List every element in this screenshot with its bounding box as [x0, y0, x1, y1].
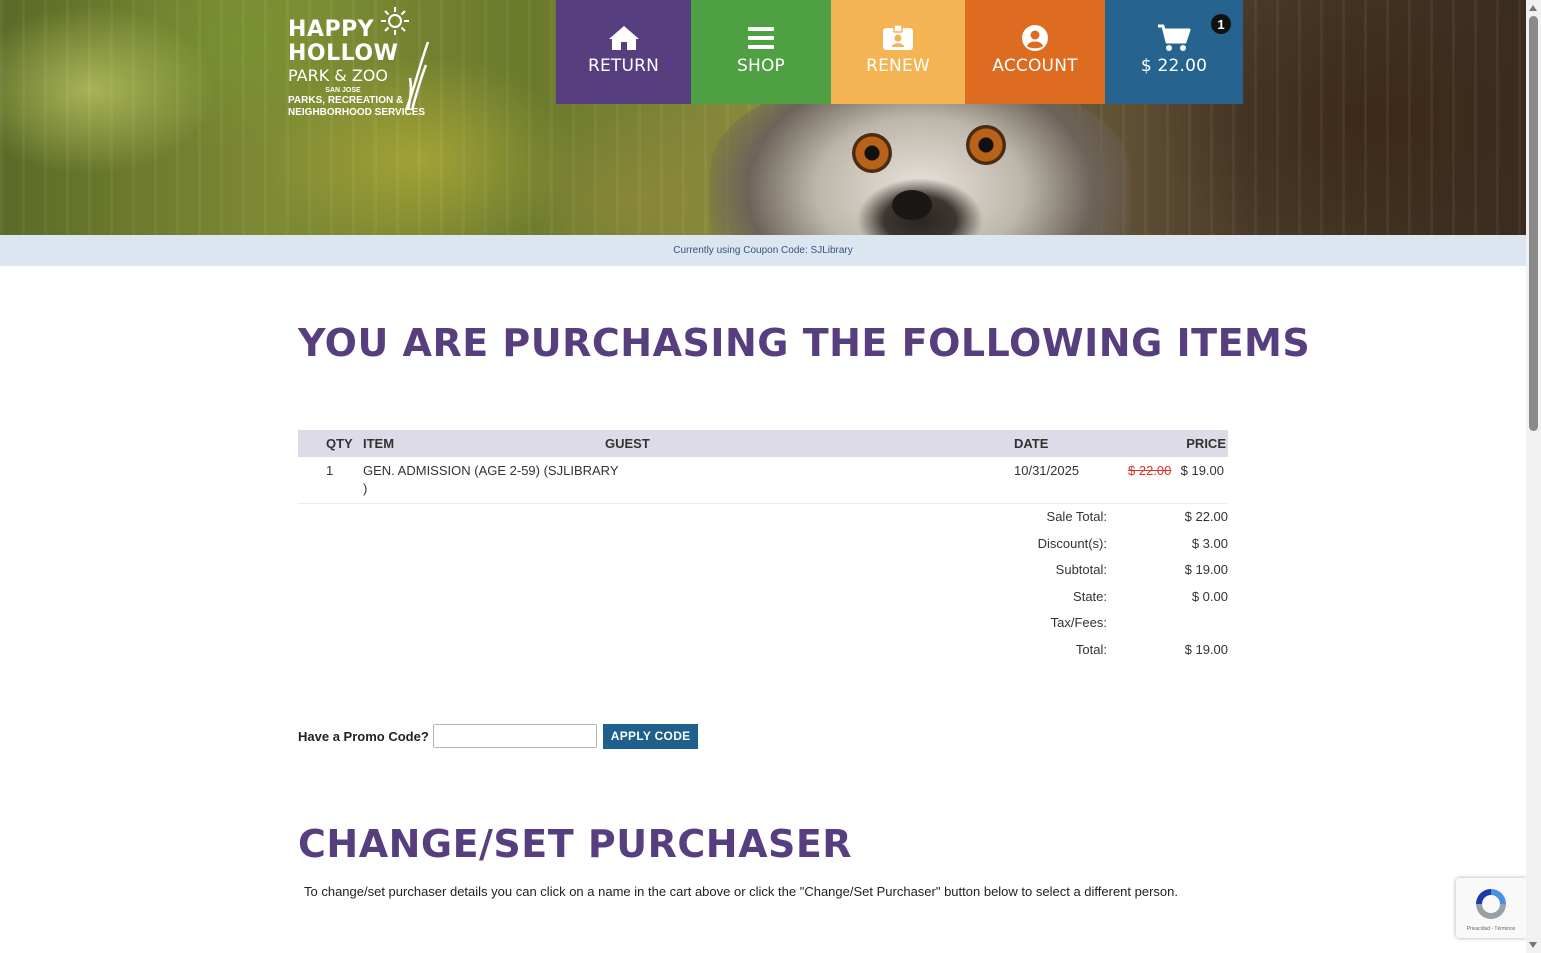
return-button[interactable]: RETURN — [556, 0, 691, 104]
shopping-cart-icon — [1158, 24, 1191, 51]
cart-total-label: $ 22.00 — [1140, 56, 1208, 76]
id-badge-icon — [883, 25, 913, 50]
renew-label: RENEW — [866, 56, 930, 76]
change-purchaser-instructions: To change/set purchaser details you can … — [304, 884, 1178, 899]
totals-row-tax-fees: Tax/Fees: — [298, 611, 1228, 638]
main-nav: RETURN SHOP RENEW ACCOUNT $ 22.00 1 — [556, 0, 1243, 104]
subtotal-value: $ 19.00 — [1184, 562, 1228, 578]
home-icon — [608, 26, 639, 50]
tax-fees-label: Tax/Fees: — [1050, 615, 1107, 631]
cart-button[interactable]: $ 22.00 1 — [1105, 0, 1243, 104]
renew-button[interactable]: RENEW — [831, 0, 965, 104]
sun-icon — [381, 7, 409, 35]
col-header-price: PRICE — [1186, 436, 1226, 451]
page-scrollbar[interactable] — [1526, 0, 1541, 953]
cart-table: QTY ITEM GUEST DATE PRICE 1 GEN. ADMISSI… — [298, 430, 1228, 504]
menu-icon — [748, 27, 774, 49]
recaptcha-icon — [1476, 889, 1506, 919]
purchase-heading: YOU ARE PURCHASING THE FOLLOWING ITEMS — [298, 321, 1311, 365]
discounts-value: $ 3.00 — [1191, 535, 1228, 551]
row-item-continued: ) — [363, 481, 368, 496]
account-button[interactable]: ACCOUNT — [965, 0, 1105, 104]
totals-row-subtotal: Subtotal: $ 19.00 — [298, 558, 1228, 585]
total-value: $ 19.00 — [1184, 641, 1228, 657]
state-tax-value: $ 0.00 — [1191, 588, 1228, 604]
col-header-guest: GUEST — [605, 436, 650, 451]
recaptcha-links[interactable]: Privacidad - Términos — [1456, 926, 1526, 932]
subtotal-label: Subtotal: — [1055, 562, 1107, 578]
scroll-thumb[interactable] — [1529, 16, 1538, 431]
totals-row-sale-total: Sale Total: $ 22.00 — [298, 505, 1228, 532]
order-totals: Sale Total: $ 22.00 Discount(s): $ 3.00 … — [298, 505, 1228, 665]
lemur-eye-right — [966, 125, 1006, 165]
col-header-qty: QTY — [326, 436, 353, 451]
change-purchaser-heading: CHANGE/SET PURCHASER — [298, 822, 853, 866]
totals-row-state: State: $ 0.00 — [298, 585, 1228, 612]
user-circle-icon — [1022, 25, 1048, 51]
row-date: 10/31/2025 — [1014, 463, 1080, 478]
sale-total-value: $ 22.00 — [1184, 509, 1228, 524]
shop-label: SHOP — [736, 56, 785, 76]
apply-code-button[interactable]: APPLY CODE — [602, 723, 699, 749]
promo-code-label: Have a Promo Code? — [298, 728, 429, 744]
return-label: RETURN — [587, 56, 660, 76]
happy-hollow-logo[interactable]: HAPPY HOLLOW PARK & ZOO SAN JOSE PARKS, … — [288, 7, 430, 118]
state-tax-label: State: — [1073, 588, 1107, 604]
scroll-up-arrow-icon[interactable] — [1529, 5, 1537, 11]
total-label: Total: — [1075, 641, 1107, 657]
discounts-label: Discount(s): — [1037, 535, 1107, 551]
lemur-nose — [892, 190, 932, 220]
account-label: ACCOUNT — [992, 56, 1078, 76]
cart-count-badge: 1 — [1211, 14, 1231, 34]
row-qty: 1 — [326, 463, 334, 478]
sale-total-label: Sale Total: — [1046, 509, 1107, 524]
coupon-status-bar: Currently using Coupon Code: SJLibrary — [0, 235, 1526, 266]
scroll-down-arrow-icon[interactable] — [1529, 942, 1537, 948]
table-row: 1 GEN. ADMISSION (AGE 2-59) (SJLIBRARY )… — [298, 457, 1228, 504]
row-original-price: $ 22.00 — [1128, 463, 1172, 478]
grass-icon — [404, 41, 430, 110]
row-price: $ 19.00 — [1180, 463, 1224, 478]
row-item: GEN. ADMISSION (AGE 2-59) (SJLIBRARY — [363, 463, 619, 478]
promo-code-form: Have a Promo Code? APPLY CODE — [298, 723, 699, 749]
col-header-date: DATE — [1014, 436, 1049, 451]
totals-row-total: Total: $ 19.00 — [298, 638, 1228, 665]
promo-code-input[interactable] — [432, 724, 597, 748]
col-header-item: ITEM — [363, 436, 395, 451]
cart-table-header: QTY ITEM GUEST DATE PRICE — [298, 430, 1228, 457]
recaptcha-badge[interactable]: Privacidad - Términos — [1456, 878, 1526, 938]
totals-row-discounts: Discount(s): $ 3.00 — [298, 532, 1228, 559]
shop-button[interactable]: SHOP — [691, 0, 831, 104]
logo-line-san-jose: SAN JOSE — [325, 87, 361, 94]
lemur-eye-left — [852, 133, 892, 173]
